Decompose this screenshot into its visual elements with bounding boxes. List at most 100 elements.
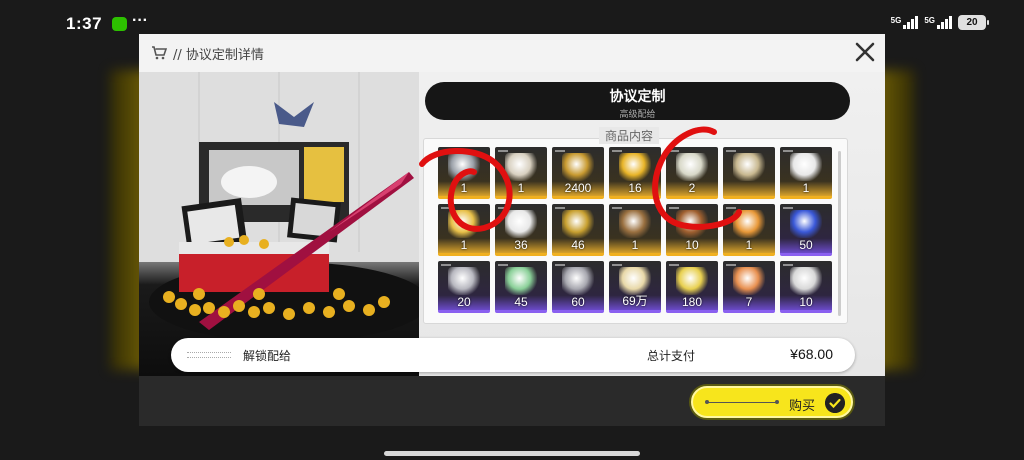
reward-item[interactable]: 1 xyxy=(780,147,832,199)
item-tag-icon xyxy=(783,150,793,152)
item-quantity: 69万 xyxy=(622,294,648,308)
battery-icon: 20 xyxy=(958,15,989,30)
item-icon xyxy=(790,153,822,181)
reward-item[interactable]: 46 xyxy=(552,204,604,256)
item-tag-icon xyxy=(612,150,622,152)
item-tag-icon xyxy=(498,264,508,266)
item-icon xyxy=(619,210,651,238)
reward-item[interactable]: 1 xyxy=(609,204,661,256)
buy-decor-line xyxy=(705,400,779,404)
reward-item[interactable]: 16 xyxy=(609,147,661,199)
item-tag-icon xyxy=(783,264,793,266)
item-icon xyxy=(505,210,537,238)
showcase-artwork xyxy=(139,72,419,342)
item-icon xyxy=(505,267,537,295)
decorative-lines xyxy=(187,352,231,358)
status-bar: 1:37 ··· 5G 5G 20 xyxy=(0,0,1024,34)
item-quantity: 1 xyxy=(631,238,639,252)
reward-item[interactable]: 10 xyxy=(780,261,832,313)
reward-item[interactable]: 50 xyxy=(780,204,832,256)
unlock-label: 解锁配给 xyxy=(243,349,292,363)
buy-button[interactable]: 购买 xyxy=(691,386,853,418)
reward-item[interactable]: 20 xyxy=(438,261,490,313)
item-quantity: 16 xyxy=(628,181,642,195)
item-tag-icon xyxy=(612,207,622,209)
network-type-label-2: 5G xyxy=(924,16,935,25)
reward-item[interactable]: 2400 xyxy=(552,147,604,199)
item-quantity: 1 xyxy=(460,238,468,252)
home-indicator[interactable] xyxy=(384,451,640,456)
reward-item[interactable]: 2 xyxy=(666,147,718,199)
reward-item[interactable]: 1 xyxy=(495,147,547,199)
item-quantity: 1 xyxy=(745,238,753,252)
reward-item[interactable]: 10 xyxy=(666,204,718,256)
signal-icon: 5G xyxy=(891,16,919,29)
reward-item[interactable]: 1 xyxy=(438,204,490,256)
contents-grid-container[interactable]: 1 1 2400 16 2 1 1 36 46 1 10 1 50 20 45 60 69万 180 7 10 xyxy=(423,138,848,324)
reward-item[interactable]: 69万 xyxy=(609,261,661,313)
item-tag-icon xyxy=(441,150,451,152)
item-quantity: 10 xyxy=(685,238,699,252)
close-icon[interactable] xyxy=(853,40,877,64)
pack-name: 协议定制 xyxy=(609,89,666,105)
item-icon xyxy=(733,153,765,181)
item-icon xyxy=(676,153,708,181)
item-icon xyxy=(448,153,480,181)
item-tag-icon xyxy=(669,264,679,266)
item-tag-icon xyxy=(726,150,736,152)
item-icon xyxy=(733,210,765,238)
pack-header: 协议定制 高级配给 xyxy=(425,82,850,120)
reward-item[interactable]: 7 xyxy=(723,261,775,313)
reward-item[interactable]: 36 xyxy=(495,204,547,256)
cart-icon xyxy=(152,46,167,60)
item-quantity: 180 xyxy=(681,295,703,309)
item-tag-icon xyxy=(555,150,565,152)
item-tag-icon xyxy=(555,264,565,266)
item-quantity: 2400 xyxy=(564,181,592,195)
reward-item[interactable]: 1 xyxy=(438,147,490,199)
item-quantity: 50 xyxy=(799,238,813,252)
pack-showcase-image xyxy=(139,72,419,376)
contents-grid: 1 1 2400 16 2 1 1 36 46 1 10 1 50 20 45 60 69万 180 7 10 xyxy=(438,147,832,313)
signal-icon-2: 5G xyxy=(924,16,952,29)
reward-item[interactable]: 60 xyxy=(552,261,604,313)
item-quantity: 1 xyxy=(460,181,468,195)
reward-item[interactable]: 180 xyxy=(666,261,718,313)
dialog-body: 协议定制 高级配给 1 1 2400 16 2 1 1 36 46 1 10 1 50 20 45 60 69万… xyxy=(139,72,885,376)
item-tag-icon xyxy=(726,264,736,266)
item-tag-icon xyxy=(498,150,508,152)
item-icon xyxy=(562,210,594,238)
pack-detail-dialog: // 协议定制详情 协议定制 高级配给 1 1 2400 16 2 1 1 36… xyxy=(139,34,885,426)
buy-button-label: 购买 xyxy=(789,399,816,414)
dialog-title: // 协议定制详情 xyxy=(173,47,264,63)
reward-item[interactable]: 45 xyxy=(495,261,547,313)
reward-item[interactable]: 1 xyxy=(723,204,775,256)
item-quantity: 45 xyxy=(514,295,528,309)
item-icon xyxy=(448,267,480,295)
item-icon xyxy=(733,267,765,295)
pack-subtitle: 高级配给 xyxy=(619,110,656,120)
item-tag-icon xyxy=(441,207,451,209)
item-tag-icon xyxy=(783,207,793,209)
item-icon xyxy=(619,153,651,181)
item-quantity: 7 xyxy=(745,295,753,309)
item-tag-icon xyxy=(555,207,565,209)
contents-scrollbar[interactable] xyxy=(838,151,841,316)
item-icon xyxy=(676,210,708,238)
item-icon xyxy=(562,267,594,295)
total-price: ¥68.00 xyxy=(790,346,833,362)
item-icon xyxy=(676,267,708,295)
item-tag-icon xyxy=(669,150,679,152)
item-quantity: 36 xyxy=(514,238,528,252)
unlock-summary-bar: 解锁配给 总计支付 ¥68.00 xyxy=(171,338,855,372)
dialog-header: // 协议定制详情 xyxy=(139,34,885,72)
item-tag-icon xyxy=(441,264,451,266)
item-quantity: 46 xyxy=(571,238,585,252)
item-tag-icon xyxy=(498,207,508,209)
wechat-icon xyxy=(112,17,127,31)
status-time: 1:37 xyxy=(66,14,103,33)
item-icon xyxy=(448,210,480,238)
network-type-label: 5G xyxy=(890,16,902,25)
item-tag-icon xyxy=(669,207,679,209)
reward-item[interactable] xyxy=(723,147,775,199)
